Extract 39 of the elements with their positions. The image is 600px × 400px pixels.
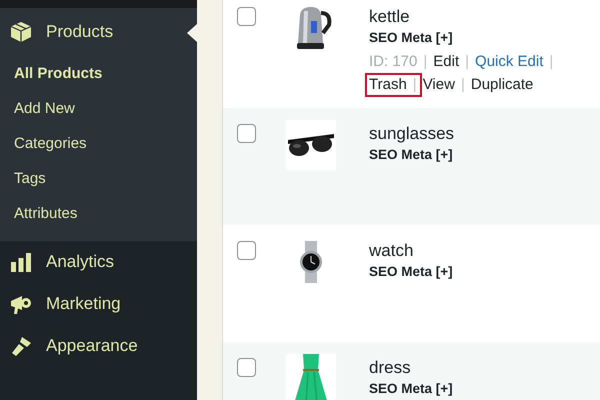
product-name[interactable]: kettle xyxy=(369,7,574,27)
row-checkbox[interactable] xyxy=(237,7,256,26)
product-name[interactable]: sunglasses xyxy=(369,124,454,144)
box-icon xyxy=(10,21,32,43)
row-action-link[interactable]: Duplicate xyxy=(468,75,536,95)
paintbrush-icon xyxy=(10,335,32,357)
seo-meta-toggle[interactable]: SEO Meta [+] xyxy=(369,146,454,163)
megaphone-icon xyxy=(10,293,32,315)
submenu-item[interactable]: Categories xyxy=(0,126,197,161)
row-action-link[interactable]: Edit xyxy=(430,52,462,72)
separator: | xyxy=(422,52,428,72)
submenu-item[interactable]: Attributes xyxy=(0,196,197,231)
product-id: ID: 170 xyxy=(369,52,418,72)
seo-meta-toggle[interactable]: SEO Meta [+] xyxy=(369,263,453,280)
submenu-item[interactable]: Tags xyxy=(0,161,197,196)
menu-label: Appearance xyxy=(46,336,138,356)
product-name[interactable]: dress xyxy=(369,358,453,378)
separator: | xyxy=(548,52,554,72)
bar-chart-icon xyxy=(10,251,32,273)
menu-label: Analytics xyxy=(46,252,114,272)
separator: | xyxy=(412,75,418,95)
separator: | xyxy=(464,52,470,72)
row-action-link[interactable]: Trash xyxy=(369,75,410,95)
row-checkbox[interactable] xyxy=(237,358,256,377)
row-checkbox[interactable] xyxy=(237,241,256,260)
submenu-item[interactable]: Add New xyxy=(0,91,197,126)
row-action-link[interactable]: Quick Edit xyxy=(472,52,546,72)
submenu-item[interactable]: All Products xyxy=(0,56,197,91)
seo-meta-toggle[interactable]: SEO Meta [+] xyxy=(369,380,453,397)
menu-label: Marketing xyxy=(46,294,121,314)
separator: | xyxy=(460,75,466,95)
product-name[interactable]: watch xyxy=(369,241,453,261)
row-checkbox[interactable] xyxy=(237,124,256,143)
seo-meta-toggle[interactable]: SEO Meta [+] xyxy=(369,29,574,46)
menu-item[interactable]: Appearance xyxy=(0,325,197,367)
menu-item[interactable]: Marketing xyxy=(0,283,197,325)
row-action-link[interactable]: View xyxy=(420,75,458,95)
menu-label: Products xyxy=(46,22,114,42)
menu-item[interactable]: Analytics xyxy=(0,241,197,283)
